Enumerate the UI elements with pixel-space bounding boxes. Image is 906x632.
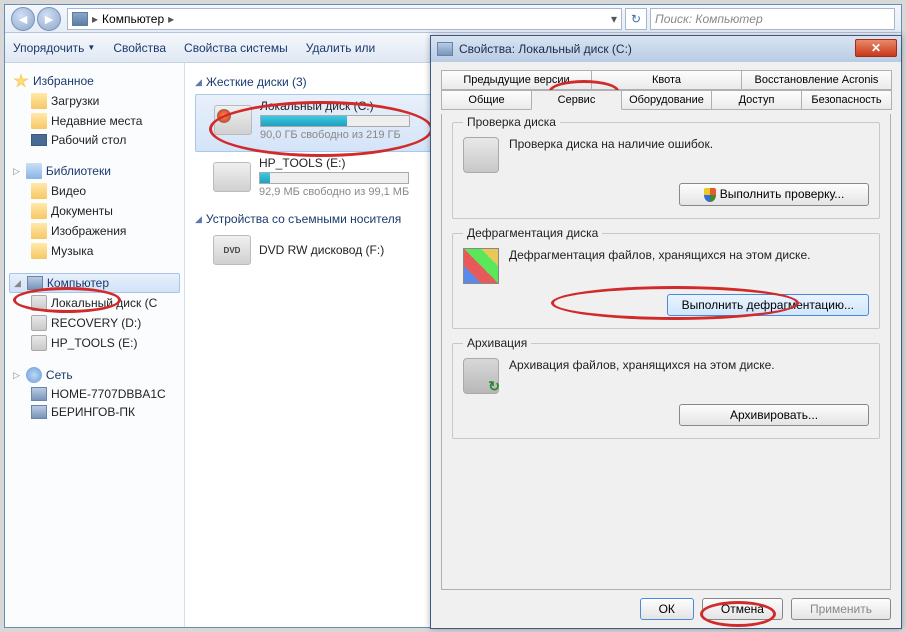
- breadcrumb-location: Компьютер: [102, 12, 164, 26]
- drive-icon: [213, 162, 251, 192]
- forward-button[interactable]: ►: [37, 7, 61, 31]
- drive-name: DVD RW дисковод (F:): [259, 243, 439, 257]
- tab-tools[interactable]: Сервис: [531, 90, 622, 110]
- dvd-drive-icon: [213, 235, 251, 265]
- star-icon: [13, 73, 29, 89]
- tab-sharing[interactable]: Доступ: [711, 90, 802, 110]
- drive-icon: [31, 315, 47, 331]
- monitor-icon: [31, 134, 47, 146]
- sidebar-item-network-pc[interactable]: БЕРИНГОВ-ПК: [9, 403, 180, 421]
- tab-previous-versions[interactable]: Предыдущие версии: [441, 70, 592, 90]
- group-title: Дефрагментация диска: [463, 226, 602, 240]
- computer-icon: [31, 405, 47, 419]
- computer-icon: [27, 276, 43, 290]
- tab-hardware[interactable]: Оборудование: [621, 90, 712, 110]
- tab-acronis-recovery[interactable]: Восстановление Acronis: [741, 70, 892, 90]
- remove-button[interactable]: Удалить или: [306, 41, 376, 55]
- tab-general[interactable]: Общие: [441, 90, 532, 110]
- tab-content: Проверка диска Проверка диска на наличие…: [441, 114, 891, 590]
- drive-icon: [31, 295, 47, 311]
- local-drive-icon: [214, 105, 252, 135]
- navigation-sidebar: Избранное Загрузки Недавние места Рабочи…: [5, 63, 185, 627]
- sidebar-item-documents[interactable]: Документы: [9, 201, 180, 221]
- defragment-now-button[interactable]: Выполнить дефрагментацию...: [667, 294, 869, 316]
- ok-button[interactable]: ОК: [640, 598, 694, 620]
- drive-usage-bar: [259, 172, 409, 184]
- libraries-icon: [26, 163, 42, 179]
- tab-security[interactable]: Безопасность: [801, 90, 892, 110]
- check-now-button[interactable]: Выполнить проверку...: [679, 183, 869, 206]
- group-title: Проверка диска: [463, 115, 560, 129]
- properties-dialog: Свойства: Локальный диск (C:) ✕ Предыдущ…: [430, 35, 902, 629]
- sidebar-item-desktop[interactable]: Рабочий стол: [9, 131, 180, 149]
- folder-icon: [31, 93, 47, 109]
- computer-icon: [31, 387, 47, 401]
- backup-icon: [463, 358, 499, 394]
- network-header[interactable]: ▷Сеть: [9, 365, 180, 385]
- backup-now-button[interactable]: Архивировать...: [679, 404, 869, 426]
- check-disk-group: Проверка диска Проверка диска на наличие…: [452, 122, 880, 219]
- dialog-titlebar[interactable]: Свойства: Локальный диск (C:) ✕: [431, 36, 901, 62]
- sidebar-item-video[interactable]: Видео: [9, 181, 180, 201]
- refresh-button[interactable]: ↻: [625, 8, 647, 30]
- sidebar-item-drive-c[interactable]: Локальный диск (C: [9, 293, 180, 313]
- sidebar-item-downloads[interactable]: Загрузки: [9, 91, 180, 111]
- folder-icon: [31, 113, 47, 129]
- search-placeholder: Поиск: Компьютер: [655, 12, 763, 26]
- backup-group: Архивация Архивация файлов, хранящихся н…: [452, 343, 880, 439]
- organize-menu[interactable]: Упорядочить▼: [13, 41, 95, 55]
- tab-strip: Предыдущие версии Квота Восстановление A…: [441, 70, 891, 110]
- drive-icon: [31, 335, 47, 351]
- defrag-icon: [463, 248, 499, 284]
- drive-free-text: 90,0 ГБ свободно из 219 ГБ: [260, 129, 440, 141]
- chevron-right-icon: ▸: [168, 12, 174, 26]
- dialog-button-row: ОК Отмена Применить: [640, 598, 891, 620]
- computer-header[interactable]: ◢Компьютер: [9, 273, 180, 293]
- address-bar: ◄ ► ▸ Компьютер ▸ ▾ ↻ Поиск: Компьютер: [5, 5, 901, 33]
- sidebar-item-pictures[interactable]: Изображения: [9, 221, 180, 241]
- sidebar-item-music[interactable]: Музыка: [9, 241, 180, 261]
- network-icon: [26, 367, 42, 383]
- chevron-down-icon[interactable]: ▾: [611, 12, 617, 26]
- breadcrumb[interactable]: ▸ Компьютер ▸ ▾: [67, 8, 622, 30]
- drive-icon: [437, 42, 453, 56]
- computer-icon: [72, 12, 88, 26]
- group-title: Архивация: [463, 336, 531, 350]
- folder-icon: [31, 223, 47, 239]
- sidebar-item-network-pc[interactable]: HOME-7707DBBA1C: [9, 385, 180, 403]
- apply-button[interactable]: Применить: [791, 598, 891, 620]
- drive-free-text: 92,9 МБ свободно из 99,1 МБ: [259, 186, 439, 198]
- drive-usage-bar: [260, 115, 410, 127]
- search-input[interactable]: Поиск: Компьютер: [650, 8, 895, 30]
- sidebar-item-drive-d[interactable]: RECOVERY (D:): [9, 313, 180, 333]
- folder-icon: [31, 183, 47, 199]
- folder-icon: [31, 243, 47, 259]
- tab-quota[interactable]: Квота: [591, 70, 742, 90]
- folder-icon: [31, 203, 47, 219]
- chevron-right-icon: ▸: [92, 12, 98, 26]
- dialog-title: Свойства: Локальный диск (C:): [459, 42, 632, 56]
- properties-button[interactable]: Свойства: [113, 41, 166, 55]
- sidebar-item-drive-e[interactable]: HP_TOOLS (E:): [9, 333, 180, 353]
- back-button[interactable]: ◄: [11, 7, 35, 31]
- favorites-header[interactable]: Избранное: [9, 71, 180, 91]
- disk-check-icon: [463, 137, 499, 173]
- group-description: Дефрагментация файлов, хранящихся на это…: [509, 248, 810, 264]
- cancel-button[interactable]: Отмена: [702, 598, 783, 620]
- drive-name: Локальный диск (C:): [260, 99, 440, 113]
- libraries-header[interactable]: ▷Библиотеки: [9, 161, 180, 181]
- defrag-group: Дефрагментация диска Дефрагментация файл…: [452, 233, 880, 329]
- group-description: Архивация файлов, хранящихся на этом дис…: [509, 358, 775, 374]
- sidebar-item-recent[interactable]: Недавние места: [9, 111, 180, 131]
- close-button[interactable]: ✕: [855, 39, 897, 57]
- group-description: Проверка диска на наличие ошибок.: [509, 137, 713, 153]
- system-properties-button[interactable]: Свойства системы: [184, 41, 288, 55]
- drive-name: HP_TOOLS (E:): [259, 156, 439, 170]
- shield-icon: [704, 188, 716, 202]
